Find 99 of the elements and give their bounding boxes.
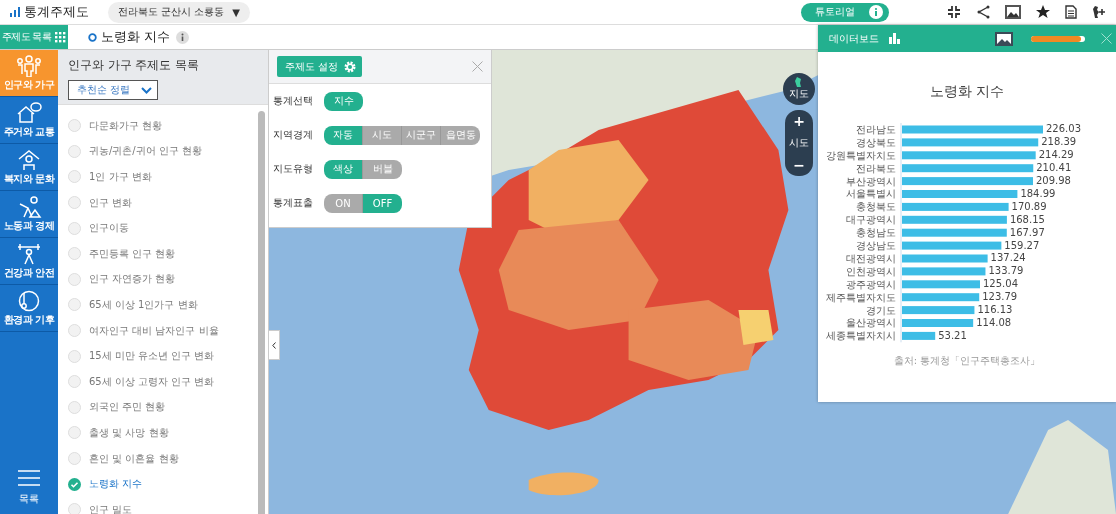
source-note: 출처: 통계청「인구주택총조사」	[893, 354, 1041, 368]
value-label: 159.27	[1004, 239, 1040, 251]
category-label: 광주광역시	[846, 278, 896, 290]
scrollbar[interactable]	[258, 111, 265, 514]
house-icon	[16, 101, 42, 124]
bar	[902, 319, 974, 327]
map-title: 노령화 지수	[101, 28, 171, 46]
value-label: 114.08	[976, 316, 1012, 328]
menu-icon	[18, 470, 40, 486]
grid-icon	[55, 31, 67, 43]
category-label: 울산광역시	[846, 317, 896, 329]
option-toggle[interactable]: 색상	[324, 159, 363, 179]
theme-list-item[interactable]: 인구 변화	[68, 189, 253, 216]
info-icon[interactable]	[176, 30, 190, 44]
value-label: 116.13	[977, 304, 1013, 316]
menu-button[interactable]: 목록	[0, 462, 58, 514]
bar-chart-icon	[10, 7, 20, 17]
category-label: 경상남도	[856, 240, 896, 252]
share-icon[interactable]	[976, 5, 990, 19]
category-label: 서울특별시	[846, 188, 896, 200]
ring-icon	[88, 32, 97, 42]
category-label: 강원특별자치도	[826, 149, 896, 161]
setting-label: 통계표출	[273, 196, 314, 210]
theme-list-item[interactable]: 15세 미만 유소년 인구 변화	[68, 343, 253, 369]
category-label: 경기도	[866, 304, 896, 316]
category-label: 충청북도	[856, 201, 896, 213]
theme-list-item[interactable]: 혼인 및 이혼율 현황	[68, 445, 253, 472]
theme-list-item[interactable]: 인구이동	[68, 215, 253, 241]
value-label: 133.79	[988, 265, 1024, 277]
theme-list-item[interactable]: 외국인 주민 현황	[68, 394, 253, 421]
theme-list-item[interactable]: 여자인구 대비 남자인구 비율	[68, 317, 253, 344]
value-label: 226.03	[1046, 123, 1081, 135]
value-label: 210.41	[1036, 162, 1072, 174]
theme-list-item[interactable]: 인구 자연증가 현황	[68, 266, 253, 293]
theme-list-item[interactable]: 노령화 지수	[68, 471, 253, 497]
document-icon[interactable]	[1065, 5, 1077, 19]
weightlifter-icon	[16, 242, 42, 265]
category-label: 대전광역시	[846, 252, 896, 264]
value-label: 53.21	[938, 329, 967, 341]
value-label: 218.39	[1041, 136, 1077, 148]
chevron-left-icon	[272, 341, 276, 349]
info-icon	[869, 5, 883, 19]
option-toggle[interactable]: 지수	[324, 91, 363, 111]
setting-label: 통계선택	[273, 94, 314, 108]
category-label: 전라북도	[856, 162, 896, 174]
category-label: 인천광역시	[846, 265, 896, 277]
bar	[902, 331, 936, 340]
map-add-icon[interactable]	[1092, 5, 1106, 19]
category-label: 대구광역시	[846, 214, 896, 226]
bar-chart-icon	[889, 33, 900, 44]
theme-list-item[interactable]: 인구 밀도	[68, 496, 253, 514]
value-label: 184.99	[1020, 187, 1056, 199]
theme-list-item[interactable]: 귀농/귀촌/귀어 인구 현황	[68, 138, 253, 165]
category-label: 충청남도	[856, 227, 896, 239]
image-icon[interactable]	[1005, 5, 1021, 19]
value-label: 137.24	[990, 252, 1026, 264]
people-icon	[16, 54, 42, 77]
theme-catalog-button[interactable]: 주제도 목록	[0, 25, 68, 49]
theme-list-item[interactable]: 출생 및 사망 현황	[68, 420, 253, 446]
theme-list-item[interactable]: 1인 가구 변화	[68, 164, 253, 190]
theme-list-item[interactable]: 다문화가구 현황	[68, 113, 253, 139]
category-label: 경상북도	[856, 136, 896, 148]
theme-list-item[interactable]: 65세 이상 고령자 인구 변화	[68, 368, 253, 395]
theme-settings-button[interactable]: 주제도 설정	[277, 56, 363, 77]
value-label: 214.29	[1038, 149, 1074, 161]
category-label: 전라남도	[856, 123, 896, 135]
value-label: 168.15	[1009, 213, 1045, 225]
setting-label: 지역경계	[273, 128, 314, 142]
gear-icon	[344, 60, 357, 73]
zoom-out-button[interactable]: −	[793, 158, 805, 172]
category-label: 부산광역시	[846, 175, 896, 187]
tutorial-button[interactable]: 튜토리얼	[801, 2, 889, 22]
app-logo-text[interactable]: 통계주제도	[24, 3, 89, 21]
star-icon[interactable]	[1036, 5, 1050, 19]
value-label: 170.89	[1011, 200, 1047, 212]
zoom-level-label: 시도	[789, 136, 809, 150]
zoom-in-button[interactable]: +	[793, 114, 805, 128]
chart-title: 노령화 지수	[929, 83, 1005, 101]
collapse-icon[interactable]	[947, 5, 961, 19]
value-label: 167.97	[1009, 226, 1045, 238]
setting-label: 지도유형	[273, 162, 314, 176]
person-icon	[16, 148, 42, 171]
image-icon[interactable]	[995, 31, 1013, 46]
value-label: 125.04	[983, 278, 1018, 290]
panel-title: 인구와 가구 주제도 목록	[68, 58, 200, 73]
dashboard-title: 데이터보드	[829, 31, 879, 46]
option-toggle[interactable]: 자동	[324, 125, 363, 145]
option-toggle[interactable]: OFF	[363, 193, 402, 213]
sort-select[interactable]: 추천순 정렬	[68, 80, 158, 100]
value-label: 209.98	[1036, 175, 1071, 187]
theme-list-item[interactable]: 주민등록 인구 현황	[68, 240, 253, 267]
theme-list-item[interactable]: 65세 이상 1인가구 변화	[68, 292, 253, 318]
value-label: 123.79	[982, 291, 1018, 303]
category-label: 제주특별자치도	[826, 291, 896, 303]
korea-map-icon	[795, 77, 803, 87]
chevron-down-icon	[141, 86, 152, 94]
opacity-slider[interactable]	[1031, 35, 1085, 42]
category-label: 세종특별자치시	[826, 330, 896, 342]
region-select[interactable]: 전라북도 군산시 소룡동 ▼	[108, 1, 251, 23]
